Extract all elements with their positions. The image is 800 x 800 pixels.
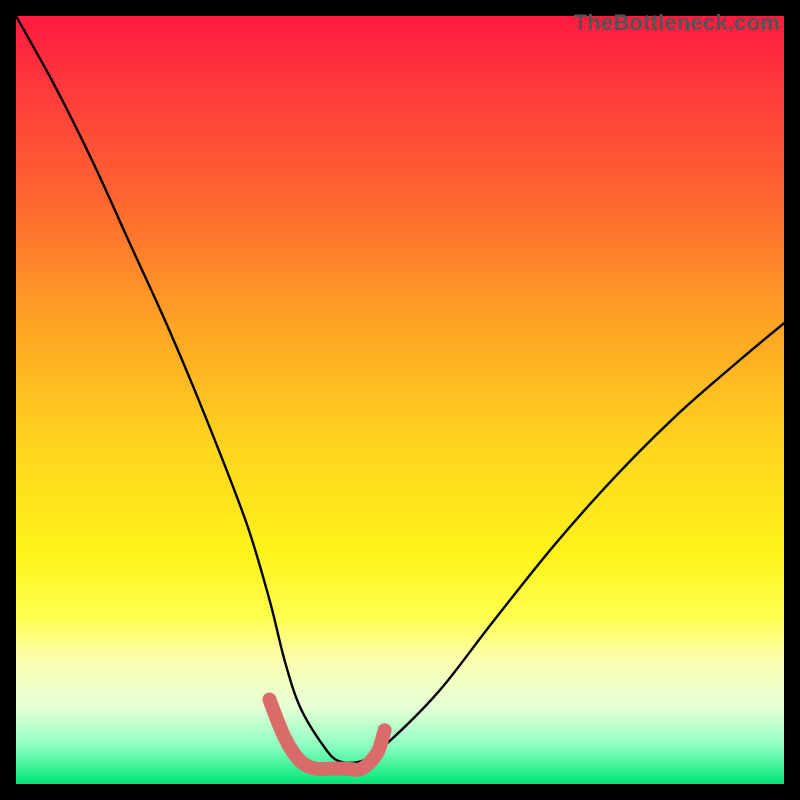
bottleneck-curve [16,16,784,763]
curve-layer [16,16,784,784]
chart-stage: TheBottleneck.com [0,0,800,800]
optimal-zone-marker [269,700,384,770]
